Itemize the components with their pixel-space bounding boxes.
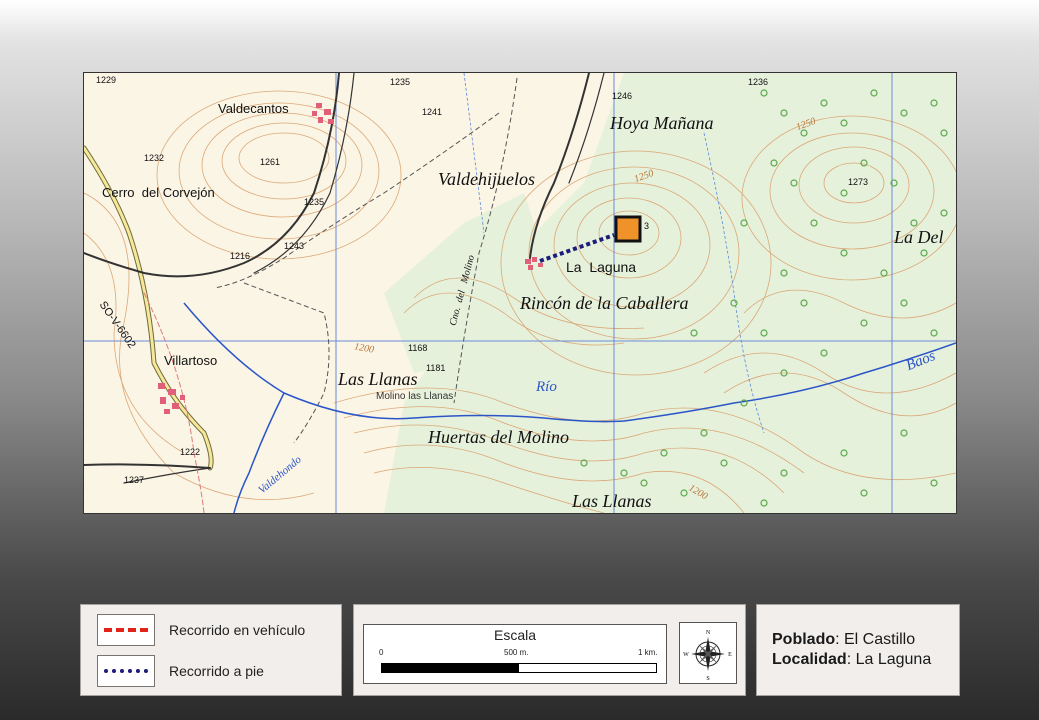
spot-height: 1273	[848, 177, 869, 187]
spot-height: 3	[644, 221, 650, 231]
water-label: Baos	[903, 347, 938, 375]
svg-text:W: W	[683, 652, 689, 658]
legend-row-vehicle: Recorrido en vehículo	[97, 614, 305, 646]
place-label: Huertas del Molino	[428, 427, 569, 447]
svg-text:N: N	[706, 630, 711, 636]
spot-height: 1181	[426, 363, 446, 373]
svg-text:S: S	[706, 676, 709, 682]
svg-text:E: E	[728, 652, 732, 658]
compass-box: N S E W	[679, 622, 737, 684]
spot-height: 1229	[96, 75, 117, 85]
legend-label-foot: Recorrido a pie	[169, 663, 264, 679]
spot-height: 1243	[284, 241, 305, 251]
place-label: La Del	[894, 227, 944, 247]
place-label: Villartoso	[164, 353, 218, 368]
topographic-map: Valdecantos Cerro del Corvejón Villartos…	[83, 72, 957, 514]
compass-rose-icon: N S E W	[683, 630, 732, 682]
poblado-line: Poblado: El Castillo	[772, 631, 915, 649]
water-label: Río	[536, 379, 557, 395]
scale-title: Escala	[493, 627, 537, 643]
contour-label: 1250	[794, 115, 818, 134]
spot-height: 1246	[612, 91, 633, 101]
legend-panel: Recorrido en vehículo Recorrido a pie	[80, 604, 342, 696]
contour-label: 1250	[632, 167, 656, 186]
spot-height: 1216	[230, 251, 251, 261]
legend-row-foot: Recorrido a pie	[97, 655, 264, 687]
info-panel: Poblado: El Castillo Localidad: La Lagun…	[756, 604, 960, 696]
localidad-line: Localidad: La Laguna	[772, 651, 931, 669]
poblado-label: Poblado	[772, 631, 836, 648]
contour-label: 1200	[686, 482, 710, 503]
scale-box: Escala 0 500 m. 1 km.	[363, 624, 667, 684]
legend-label-vehicle: Recorrido en vehículo	[169, 622, 306, 638]
place-label: Rincón de la Caballera	[520, 293, 689, 313]
place-label: Las Llanas	[338, 369, 418, 389]
scale-tick-end: 1 km.	[638, 648, 658, 657]
place-label: Hoya Mañana	[610, 113, 714, 133]
place-label: Cerro del Corvejón	[102, 185, 215, 200]
road-label: SO-V-6602	[96, 299, 138, 351]
localidad-value: : La Laguna	[846, 651, 932, 668]
contour-label: 1200	[353, 341, 375, 356]
spot-height: 1232	[144, 153, 165, 163]
place-label: La Laguna	[566, 259, 637, 275]
place-label: Las Llanas	[572, 491, 652, 511]
scale-bar	[381, 663, 657, 673]
scale-panel: Escala 0 500 m. 1 km. N S E W	[353, 604, 746, 696]
place-labels: Valdecantos Cerro del Corvejón Villartos…	[84, 73, 956, 513]
water-label: Valdehondo	[256, 453, 304, 497]
place-label: Molino las Llanas	[376, 391, 454, 402]
scale-tick-start: 0	[379, 648, 384, 657]
scale-tick-mid: 500 m.	[504, 648, 529, 657]
spot-height: 1241	[422, 107, 443, 117]
place-label: Valdehijuelos	[438, 169, 535, 189]
poblado-value: : El Castillo	[835, 631, 916, 648]
spot-height: 1236	[748, 77, 769, 87]
spot-height: 1235	[304, 197, 325, 207]
place-label: Valdecantos	[218, 101, 289, 116]
spot-height: 1222	[180, 447, 201, 457]
spot-height: 1261	[260, 157, 281, 167]
spot-height: 1235	[390, 77, 411, 87]
spot-height: 1168	[408, 343, 428, 353]
foot-route-swatch	[97, 655, 155, 687]
spot-height: 1237	[124, 475, 145, 485]
path-label: Cno. del Molino	[447, 253, 478, 328]
localidad-label: Localidad	[772, 651, 847, 668]
vehicle-route-swatch	[97, 614, 155, 646]
